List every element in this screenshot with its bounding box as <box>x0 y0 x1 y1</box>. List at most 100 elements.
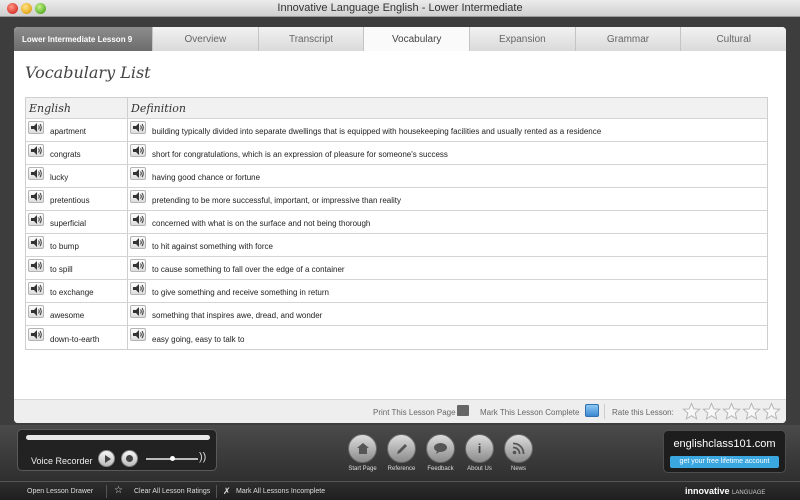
window-title: Innovative Language English - Lower Inte… <box>277 2 523 14</box>
speech-bubble-icon <box>426 434 455 463</box>
table-row: superficial concerned with what is on the… <box>26 211 767 234</box>
table-row: lucky having good chance or fortune <box>26 165 767 188</box>
play-word-audio-button[interactable] <box>28 328 44 341</box>
open-lesson-drawer-button[interactable]: Open Lesson Drawer <box>27 488 93 495</box>
table-row: pretentious pretending to be more success… <box>26 188 767 211</box>
info-icon: i <box>465 434 494 463</box>
vocab-definition: short for congratulations, which is an e… <box>152 150 448 159</box>
english-cell: superficial <box>26 211 128 233</box>
printer-icon[interactable] <box>457 405 469 416</box>
rating-star-icon[interactable] <box>742 402 761 421</box>
pencil-icon <box>387 434 416 463</box>
rating-star-icon[interactable] <box>702 402 721 421</box>
reference-button[interactable]: Reference <box>387 434 416 472</box>
voice-recorder-label: Voice Recorder <box>31 456 93 466</box>
footer-divider <box>604 404 605 419</box>
play-word-audio-button[interactable] <box>28 259 44 272</box>
play-definition-audio-button[interactable] <box>130 121 146 134</box>
vocab-definition: having good chance or fortune <box>152 173 261 182</box>
play-word-audio-button[interactable] <box>28 236 44 249</box>
brand-name[interactable]: englishclass101.com <box>664 438 785 450</box>
definition-cell: pretending to be more successful, import… <box>128 188 767 210</box>
english-cell: pretentious <box>26 188 128 210</box>
definition-cell: having good chance or fortune <box>128 165 767 187</box>
play-definition-audio-button[interactable] <box>130 259 146 272</box>
volume-slider[interactable] <box>146 456 198 461</box>
volume-icon: )) <box>199 451 207 463</box>
tab-bar: Lower Intermediate Lesson 9 Overview Tra… <box>14 27 786 51</box>
rss-icon <box>504 434 533 463</box>
table-row: to bump to hit against something with for… <box>26 234 767 257</box>
play-word-audio-button[interactable] <box>28 213 44 226</box>
play-word-audio-button[interactable] <box>28 121 44 134</box>
vocab-definition: concerned with what is on the surface an… <box>152 219 371 228</box>
tab-vocabulary[interactable]: Vocabulary <box>363 27 470 51</box>
vocab-definition: to give something and receive something … <box>152 288 329 297</box>
logo-main-text: innovative <box>685 486 730 496</box>
rating-star-icon[interactable] <box>682 402 701 421</box>
lesson-footer-bar: Print This Lesson Page Mark This Lesson … <box>14 399 786 423</box>
voice-recorder: Voice Recorder )) <box>17 429 217 471</box>
play-definition-audio-button[interactable] <box>130 144 146 157</box>
x-mark-icon: ✗ <box>223 486 231 496</box>
lesson-panel: Lower Intermediate Lesson 9 Overview Tra… <box>14 27 786 423</box>
table-row: down-to-earth easy going, easy to talk to <box>26 326 767 349</box>
definition-cell: to give something and receive something … <box>128 280 767 302</box>
table-row: to exchange to give something and receive… <box>26 280 767 303</box>
tab-transcript[interactable]: Transcript <box>257 27 364 51</box>
mark-complete-checkbox[interactable] <box>585 404 599 417</box>
definition-column-header: Definition <box>131 101 186 115</box>
play-definition-audio-button[interactable] <box>130 236 146 249</box>
innovative-language-logo: innovative LANGUAGE <box>685 486 765 496</box>
news-label: News <box>510 466 526 472</box>
play-definition-audio-button[interactable] <box>130 190 146 203</box>
play-button[interactable] <box>98 450 115 467</box>
tab-grammar[interactable]: Grammar <box>574 27 681 51</box>
tab-cultural[interactable]: Cultural <box>680 27 786 51</box>
play-definition-audio-button[interactable] <box>130 213 146 226</box>
table-row: congrats short for congratulations, which… <box>26 142 767 165</box>
vocab-definition: to hit against something with force <box>152 242 273 251</box>
definition-cell: short for congratulations, which is an e… <box>128 142 767 164</box>
english-cell: down-to-earth <box>26 326 128 349</box>
english-cell: apartment <box>26 119 128 141</box>
tab-expansion[interactable]: Expansion <box>469 27 575 51</box>
play-definition-audio-button[interactable] <box>130 167 146 180</box>
play-word-audio-button[interactable] <box>28 305 44 318</box>
play-definition-audio-button[interactable] <box>130 328 146 341</box>
play-word-audio-button[interactable] <box>28 190 44 203</box>
print-lesson-link[interactable]: Print This Lesson Page <box>373 408 456 417</box>
play-word-audio-button[interactable] <box>28 144 44 157</box>
clear-ratings-button[interactable]: Clear All Lesson Ratings <box>134 488 210 495</box>
main-area: Lower Intermediate Lesson 9 Overview Tra… <box>0 17 800 425</box>
rating-stars <box>682 402 781 421</box>
tab-overview[interactable]: Overview <box>152 27 258 51</box>
play-definition-audio-button[interactable] <box>130 305 146 318</box>
mark-complete-label: Mark This Lesson Complete <box>480 408 580 417</box>
play-word-audio-button[interactable] <box>28 282 44 295</box>
play-definition-audio-button[interactable] <box>130 282 146 295</box>
definition-cell: concerned with what is on the surface an… <box>128 211 767 233</box>
vocab-definition: to cause something to fall over the edge… <box>152 265 345 274</box>
english-cell: congrats <box>26 142 128 164</box>
english-cell: to spill <box>26 257 128 279</box>
definition-cell: easy going, easy to talk to <box>128 326 767 349</box>
page-title: Vocabulary List <box>25 63 151 82</box>
window-titlebar: Innovative Language English - Lower Inte… <box>0 0 800 17</box>
mark-incomplete-button[interactable]: Mark All Lessons Incomplete <box>236 488 325 495</box>
news-button[interactable]: News <box>504 434 533 472</box>
start-page-button[interactable]: Start Page <box>348 434 377 472</box>
english-cell: to exchange <box>26 280 128 302</box>
play-word-audio-button[interactable] <box>28 167 44 180</box>
volume-slider-knob[interactable] <box>169 456 175 461</box>
english-cell: lucky <box>26 165 128 187</box>
rating-star-icon[interactable] <box>722 402 741 421</box>
free-account-button[interactable]: get your free lifetime account <box>670 456 779 468</box>
rating-star-icon[interactable] <box>762 402 781 421</box>
record-button[interactable] <box>121 450 138 467</box>
about-us-button[interactable]: i About Us <box>465 434 494 472</box>
status-bar: Open Lesson Drawer ☆ Clear All Lesson Ra… <box>0 481 800 500</box>
lesson-title-tab[interactable]: Lower Intermediate Lesson 9 <box>14 27 152 51</box>
english-column-header: English <box>26 98 128 118</box>
feedback-button[interactable]: Feedback <box>426 434 455 472</box>
